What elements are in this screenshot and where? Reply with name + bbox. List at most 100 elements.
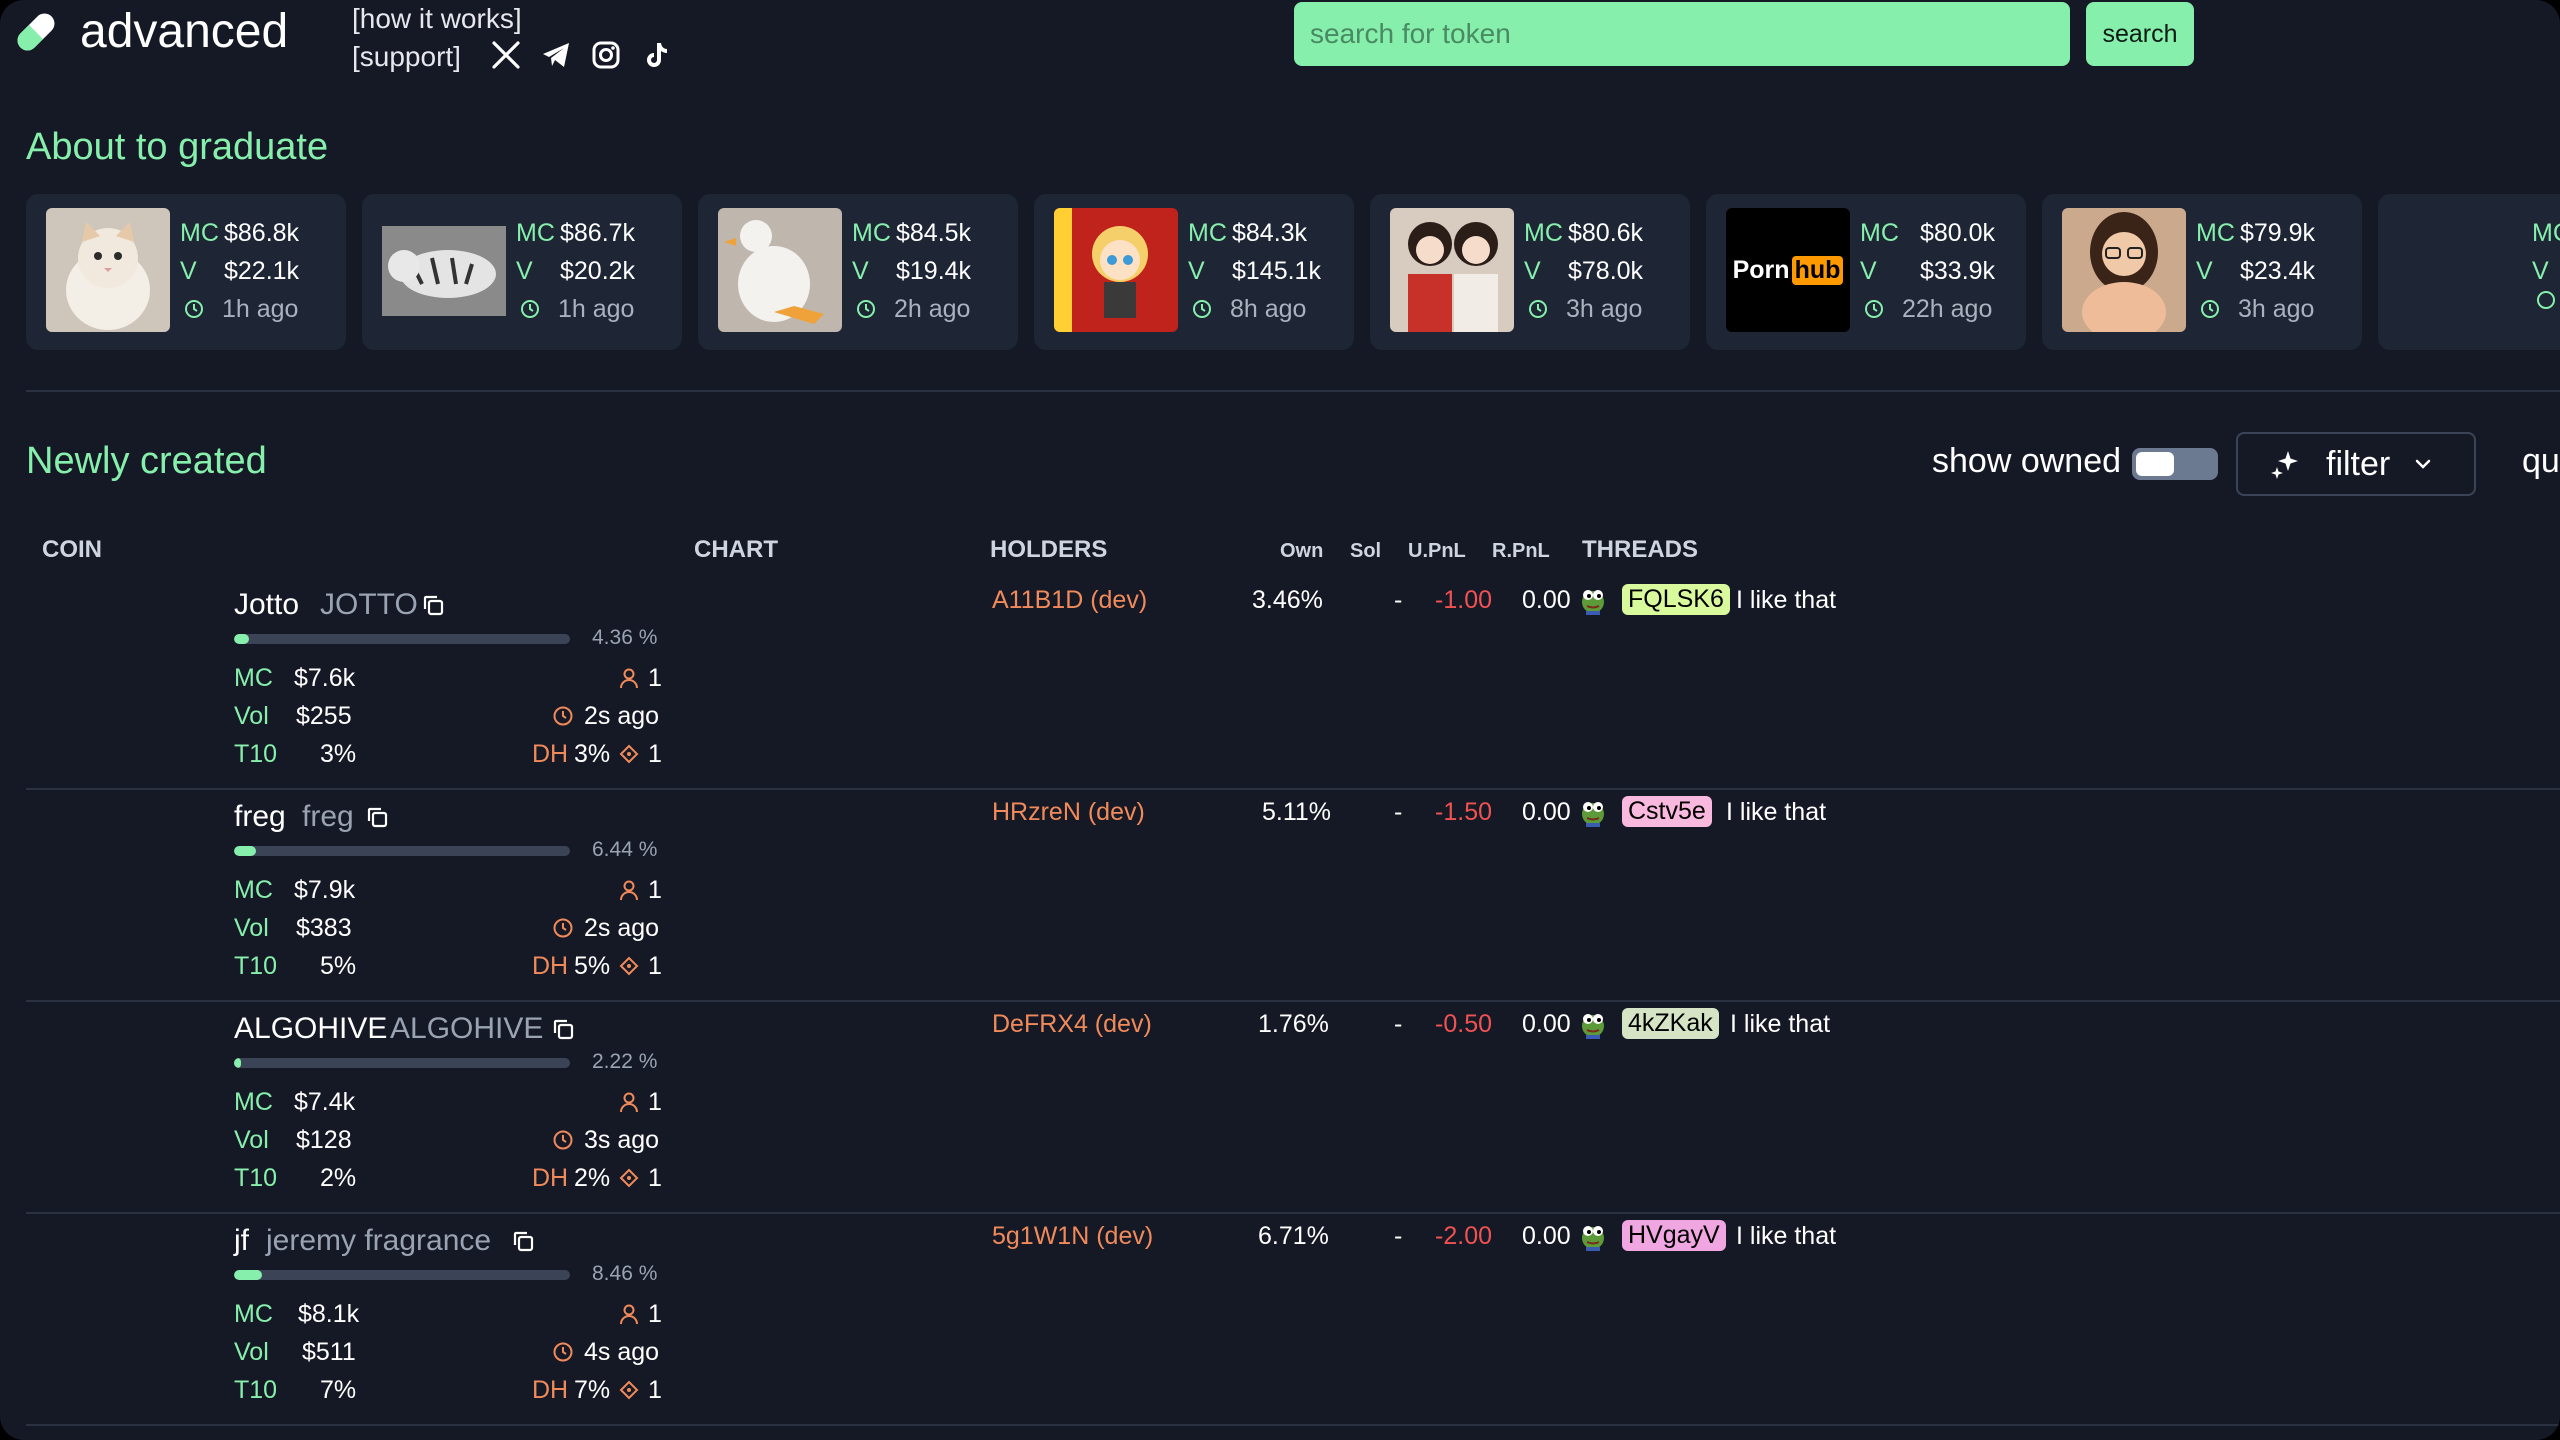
thread-author-tag[interactable]: Cstv5e <box>1622 796 1712 827</box>
thread-author-tag[interactable]: HVgayV <box>1622 1220 1726 1251</box>
instagram-icon[interactable] <box>590 39 622 71</box>
how-it-works-link[interactable]: [how it works] <box>352 0 522 38</box>
graduate-card[interactable]: MC $84.3k V $145.1k 8h ago <box>1034 194 1354 350</box>
user-icon <box>618 1303 640 1325</box>
mc-label: MC <box>234 1300 273 1328</box>
graduate-card-info: MC V <box>2532 214 2560 310</box>
col-header-upnl[interactable]: U.PnL <box>1408 540 1466 563</box>
clock-icon <box>1860 299 1902 319</box>
table-row[interactable]: jf jeremy fragrance 8.46 % MC $8.1k 1 Vo… <box>26 1214 2560 1426</box>
holder-address[interactable]: 5g1W1N (dev) <box>992 1222 1153 1251</box>
mc-label: MC <box>516 219 555 247</box>
graduate-card[interactable]: Porn hub MC $80.0k V $33.9k 22h ago <box>1706 194 2026 350</box>
volume-value: $78.0k <box>1568 257 1644 285</box>
coin-name[interactable]: ALGOHIVE <box>234 1012 387 1046</box>
telegram-icon[interactable] <box>540 39 572 71</box>
age-value: 3s ago <box>584 1126 660 1154</box>
graduate-card[interactable]: MC $86.8k V $22.1k 1h ago <box>26 194 346 350</box>
holders-count: 1 <box>648 876 662 904</box>
graduate-card[interactable]: MC $80.6k V $78.0k 3h ago <box>1370 194 1690 350</box>
unrealized-pnl: -2.00 <box>1435 1222 1492 1250</box>
col-header-threads[interactable]: THREADS <box>1582 536 1698 564</box>
thread-text[interactable]: I like that <box>1730 1010 1830 1039</box>
next-row-peek <box>26 1424 2560 1440</box>
pill-logo-icon[interactable] <box>10 6 62 58</box>
realized-pnl: 0.00 <box>1522 586 1571 614</box>
market-cap-value: $7.9k <box>294 876 356 904</box>
volume-value: $22.1k <box>224 257 300 285</box>
coin-ticker: jeremy fragrance <box>266 1224 492 1257</box>
col-header-coin[interactable]: COIN <box>42 536 102 564</box>
pepe-avatar-icon <box>1578 585 1608 615</box>
tiktok-icon[interactable] <box>640 39 672 71</box>
thread-text[interactable]: I like that <box>1736 586 1836 615</box>
market-cap-value: $7.4k <box>294 1088 356 1116</box>
user-icon <box>618 1091 640 1113</box>
own-percent: 1.76% <box>1258 1010 1329 1038</box>
col-header-holders[interactable]: HOLDERS <box>990 536 1107 564</box>
col-header-sol[interactable]: Sol <box>1350 540 1381 563</box>
thread-text[interactable]: I like that <box>1726 798 1826 827</box>
overflow-control-label[interactable]: qu <box>2522 442 2560 481</box>
crosshair-icon <box>618 1379 640 1401</box>
age-value: 2s ago <box>584 914 660 942</box>
t10-label: T10 <box>234 952 278 980</box>
coin-name[interactable]: Jotto <box>234 588 299 622</box>
progress-percent: 2.22 % <box>592 1050 658 1073</box>
x-twitter-icon[interactable] <box>490 39 522 71</box>
mc-label: MC <box>1524 219 1563 247</box>
coin-name[interactable]: jf <box>234 1224 249 1258</box>
show-owned-toggle[interactable] <box>2132 448 2218 480</box>
clock-icon <box>180 299 222 319</box>
newly-created-title: Newly created <box>26 440 267 482</box>
copy-icon[interactable] <box>550 1016 576 1042</box>
mc-label: MC <box>852 219 891 247</box>
filter-button[interactable]: filter <box>2236 432 2476 496</box>
top10-value: 5% <box>320 952 357 980</box>
table-row[interactable]: freg freg 6.44 % MC $7.9k 1 Vol $383 2s … <box>26 790 2560 1002</box>
search-button[interactable]: search <box>2086 2 2194 66</box>
crosshair-icon <box>618 1167 640 1189</box>
col-header-chart[interactable]: CHART <box>694 536 778 564</box>
thread-author-tag[interactable]: FQLSK6 <box>1622 584 1730 615</box>
holder-address[interactable]: DeFRX4 (dev) <box>992 1010 1152 1039</box>
graduate-card[interactable]: MC $86.7k V $20.2k 1h ago <box>362 194 682 350</box>
volume-value: $20.2k <box>560 257 636 285</box>
market-cap-value: $7.6k <box>294 664 356 692</box>
age-value: 3h ago <box>2238 295 2315 323</box>
header: advanced [how it works] [support] search <box>0 0 2560 80</box>
own-percent: 5.11% <box>1262 798 1332 826</box>
search-input[interactable] <box>1294 2 2070 66</box>
t10-label: T10 <box>234 740 278 768</box>
col-header-own[interactable]: Own <box>1280 540 1323 563</box>
thread-author-tag[interactable]: 4kZKak <box>1622 1008 1719 1039</box>
table-row[interactable]: Jotto JOTTO 4.36 % MC $7.6k 1 Vol $255 2… <box>26 578 2560 790</box>
table-row[interactable]: ALGOHIVE ALGOHIVE 2.22 % MC $7.4k 1 Vol … <box>26 1002 2560 1214</box>
thread-text[interactable]: I like that <box>1736 1222 1836 1251</box>
col-header-rpnl[interactable]: R.PnL <box>1492 540 1550 563</box>
mc-label: MC <box>1860 219 1899 247</box>
dev-holding-value: 2% <box>574 1164 611 1192</box>
graduate-card[interactable]: MC $84.5k V $19.4k 2h ago <box>698 194 1018 350</box>
copy-icon[interactable] <box>420 592 446 618</box>
age-value: 2s ago <box>584 702 660 730</box>
graduate-card[interactable]: MC $79.9k V $23.4k 3h ago <box>2042 194 2362 350</box>
copy-icon[interactable] <box>510 1228 536 1254</box>
brand-title[interactable]: advanced <box>80 4 288 59</box>
graduate-card[interactable]: MC V <box>2378 194 2560 350</box>
holder-address[interactable]: HRzreN (dev) <box>992 798 1145 827</box>
copy-icon[interactable] <box>364 804 390 830</box>
coin-image <box>1390 208 1514 332</box>
volume-label: V <box>516 257 533 285</box>
app-window: advanced [how it works] [support] search… <box>0 0 2560 1440</box>
market-cap-value: $80.0k <box>1920 219 1996 247</box>
holder-address[interactable]: A11B1D (dev) <box>992 586 1147 615</box>
mc-label: MC <box>180 219 219 247</box>
clock-icon <box>852 299 894 319</box>
clock-icon <box>552 1341 574 1363</box>
age-value: 2h ago <box>894 295 971 323</box>
clock-icon <box>1524 299 1566 319</box>
coin-name[interactable]: freg <box>234 800 286 834</box>
clock-icon <box>1188 299 1230 319</box>
chevron-down-icon <box>2412 453 2434 475</box>
